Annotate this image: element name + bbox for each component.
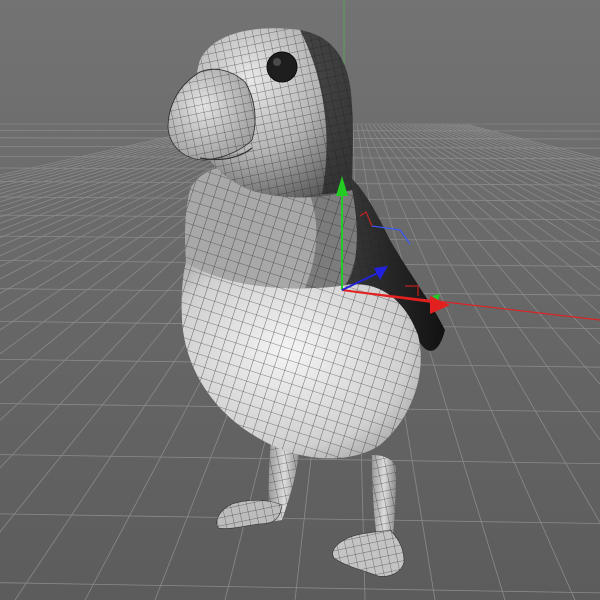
3d-viewport[interactable] [0, 0, 600, 600]
viewport-canvas[interactable] [0, 0, 600, 600]
puffin-eye-highlight [273, 58, 281, 66]
puffin-eye [266, 51, 298, 83]
